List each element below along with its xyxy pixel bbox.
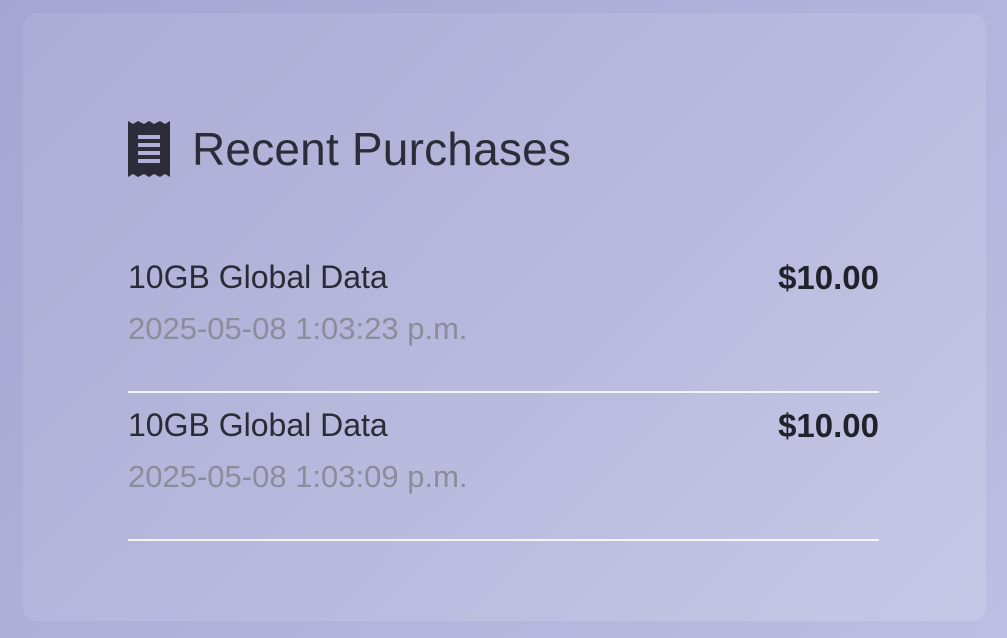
section-header: Recent Purchases	[128, 121, 571, 177]
recent-purchases-card: Recent Purchases 10GB Global Data 2025-0…	[23, 13, 986, 621]
purchase-item[interactable]: 10GB Global Data 2025-05-08 1:03:09 p.m.…	[128, 393, 879, 541]
purchase-name: 10GB Global Data	[128, 407, 388, 443]
section-title: Recent Purchases	[192, 123, 572, 175]
purchase-name: 10GB Global Data	[128, 259, 388, 295]
purchase-datetime: 2025-05-08 1:03:23 p.m.	[128, 311, 468, 346]
purchase-amount: $10.00	[778, 259, 879, 296]
purchase-amount: $10.00	[778, 407, 879, 444]
purchase-list: 10GB Global Data 2025-05-08 1:03:23 p.m.…	[128, 245, 879, 541]
receipt-icon	[128, 121, 170, 177]
purchase-item[interactable]: 10GB Global Data 2025-05-08 1:03:23 p.m.…	[128, 245, 879, 393]
purchase-datetime: 2025-05-08 1:03:09 p.m.	[128, 459, 468, 494]
